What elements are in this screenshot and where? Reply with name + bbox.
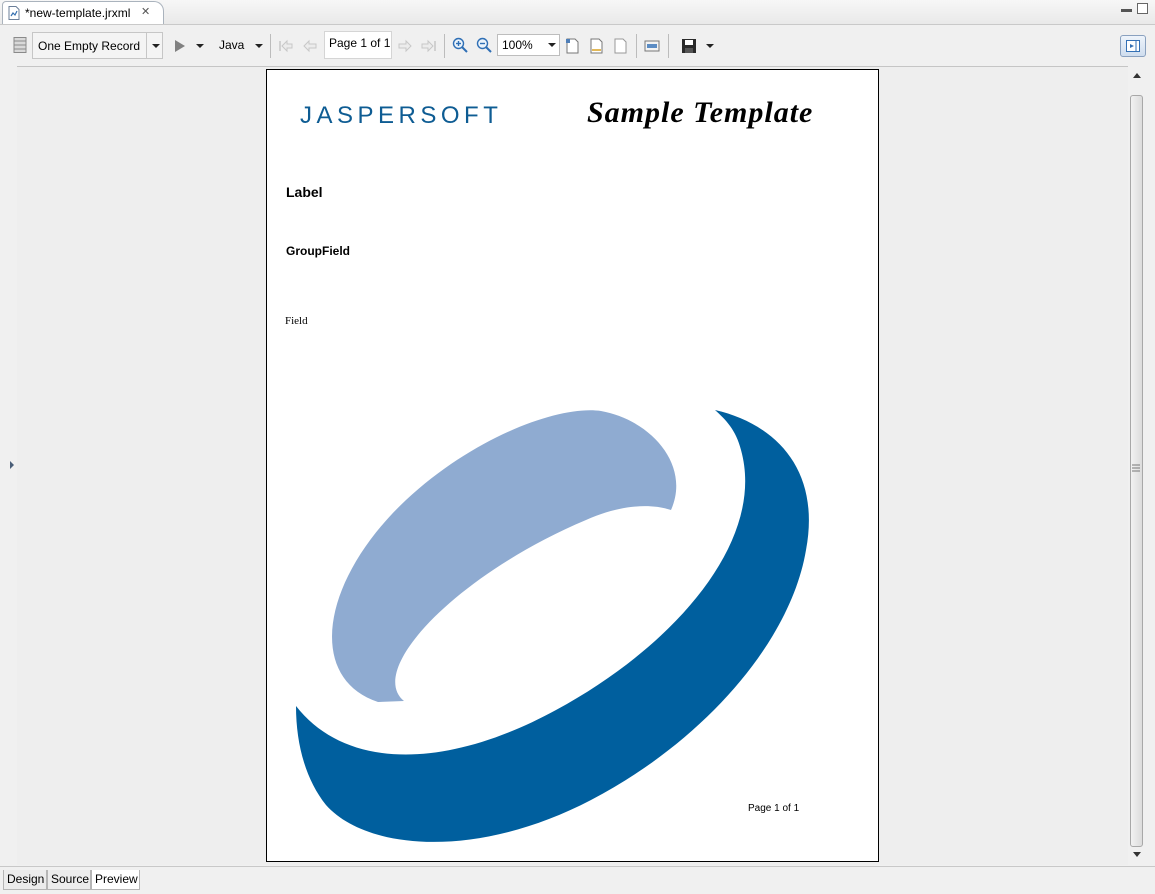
save-icon[interactable] — [681, 38, 697, 54]
zoom-value: 100% — [502, 38, 533, 52]
toolbar-separator — [270, 34, 271, 58]
data-adapter-select[interactable]: One Empty Record — [32, 32, 163, 59]
run-menu-chevron-icon[interactable] — [196, 44, 204, 48]
run-icon[interactable] — [173, 39, 187, 53]
jaspersoft-logo: JASPERSOFT — [300, 102, 503, 129]
data-adapter-label: One Empty Record — [38, 39, 141, 53]
minimize-button[interactable] — [1121, 9, 1132, 12]
language-label[interactable]: Java — [219, 38, 244, 52]
expand-left-panel-icon[interactable] — [10, 461, 14, 469]
editor-tab[interactable]: *new-template.jrxml ✕ — [2, 1, 164, 24]
editor-tab-bar: *new-template.jrxml ✕ — [0, 0, 1155, 25]
tab-preview[interactable]: Preview — [91, 870, 140, 890]
previous-page-icon[interactable] — [302, 38, 318, 54]
last-page-icon[interactable] — [421, 38, 437, 54]
group-field: GroupField — [286, 244, 350, 258]
close-icon[interactable]: ✕ — [141, 5, 150, 18]
report-title: Sample Template — [587, 96, 814, 129]
tab-source[interactable]: Source — [47, 870, 91, 890]
zoom-select[interactable]: 100% — [497, 34, 560, 56]
zoom-in-icon[interactable] — [452, 37, 468, 53]
toolbar-separator — [444, 34, 445, 58]
scroll-up-icon[interactable] — [1133, 73, 1141, 78]
grip-icon — [1132, 464, 1140, 472]
fit-page-icon[interactable] — [565, 38, 580, 54]
editor-mode-tabs: Design Source Preview — [0, 866, 1155, 894]
maximize-button[interactable] — [1137, 3, 1148, 14]
page-footer-number: Page 1 of 1 — [748, 803, 800, 814]
report-label: Label — [286, 184, 323, 200]
first-page-icon[interactable] — [278, 38, 294, 54]
export-icon[interactable] — [644, 38, 662, 54]
toolbar-separator — [636, 34, 637, 58]
combo-divider — [146, 33, 147, 58]
tab-design[interactable]: Design — [3, 870, 47, 890]
next-page-icon[interactable] — [397, 38, 413, 54]
fit-width-icon[interactable] — [589, 38, 604, 54]
scroll-down-icon[interactable] — [1133, 852, 1141, 857]
jaspersoft-ring-graphic — [296, 410, 809, 842]
save-menu-chevron-icon[interactable] — [706, 44, 714, 48]
editor-tab-title: *new-template.jrxml — [25, 6, 131, 20]
chevron-down-icon — [548, 43, 556, 47]
database-icon[interactable] — [13, 37, 27, 53]
detail-field: Field — [285, 315, 308, 327]
panel-icon — [1126, 40, 1140, 52]
page-indicator-text: Page 1 of 1 — [329, 36, 391, 50]
toggle-panel-button[interactable] — [1120, 35, 1146, 57]
chevron-down-icon — [152, 44, 160, 48]
report-file-icon — [8, 6, 20, 20]
report-page: JASPERSOFT Sample Template Label GroupFi… — [266, 69, 879, 862]
actual-size-icon[interactable] — [613, 38, 628, 54]
zoom-out-icon[interactable] — [476, 37, 492, 53]
language-chevron-icon[interactable] — [255, 44, 263, 48]
page-indicator: Page 1 of 1 — [324, 31, 392, 59]
toolbar-separator — [668, 34, 669, 58]
